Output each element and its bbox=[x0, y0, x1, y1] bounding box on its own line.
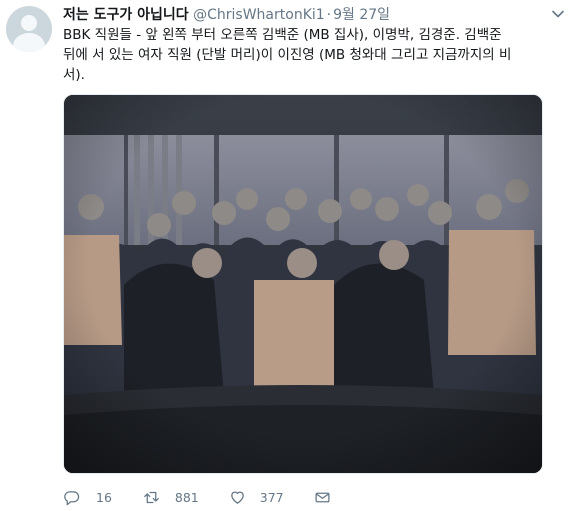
group-photo-image bbox=[64, 95, 542, 473]
avatar-shoulder-shape bbox=[13, 33, 45, 52]
tweet-date[interactable]: 9월 27일 bbox=[333, 7, 390, 23]
header-separator: · bbox=[326, 7, 332, 23]
author-handle[interactable]: @ChrisWhartonKi1 bbox=[193, 7, 325, 23]
like-button[interactable]: 377 bbox=[229, 489, 284, 506]
heart-icon bbox=[230, 491, 244, 504]
direct-message-button[interactable] bbox=[314, 489, 331, 506]
envelope-icon bbox=[315, 492, 330, 502]
avatar[interactable] bbox=[6, 6, 52, 52]
reply-count: 16 bbox=[96, 489, 112, 505]
reply-button[interactable]: 16 bbox=[63, 489, 112, 506]
reply-icon bbox=[64, 490, 80, 505]
tweet-text: BBK 직원들 - 앞 왼쪽 부터 오른쪽 김백준 (MB 집사), 이명박, … bbox=[63, 27, 512, 83]
author-name[interactable]: 저는 도구가 아닙니다 bbox=[63, 7, 189, 23]
tweet-header: 저는 도구가 아닙니다 @ChrisWhartonKi1 · 9월 27일 bbox=[63, 5, 545, 25]
retweet-button[interactable]: 881 bbox=[142, 489, 199, 506]
like-count: 377 bbox=[259, 489, 284, 505]
tweet-actions: 16 881 377 bbox=[63, 483, 361, 511]
avatar-head-shape bbox=[21, 15, 37, 31]
retweet-count: 881 bbox=[174, 489, 199, 505]
retweet-icon bbox=[144, 491, 159, 503]
chevron-down-icon[interactable] bbox=[551, 7, 565, 21]
tweet-photo[interactable] bbox=[63, 94, 543, 474]
